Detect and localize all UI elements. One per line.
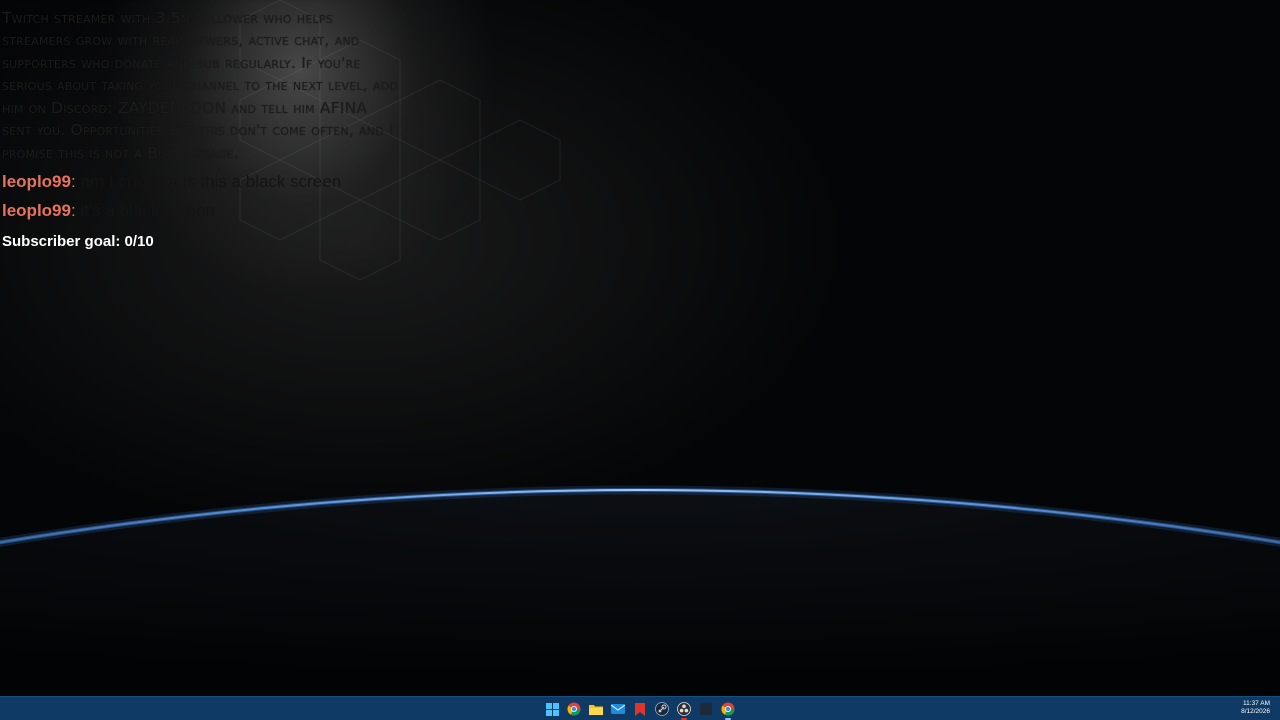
dark-app-icon[interactable] [698,701,714,717]
windows-start-icon[interactable] [544,701,560,717]
chat-message-text: it's a black screen [80,201,216,220]
red-app-icon[interactable] [632,701,648,717]
taskbar: 11:37 AM 8/12/2026 [0,696,1280,720]
desktop-wallpaper: Hello sorry i feel like hustle. I actual… [0,0,1280,696]
chrome-icon[interactable] [566,701,582,717]
system-clock[interactable]: 11:37 AM 8/12/2026 [1241,700,1270,716]
subscriber-goal: Subscriber goal: 0/10 [2,233,154,250]
chat-message: leoplo99: am I crazy or is this a black … [2,172,342,191]
file-explorer-icon[interactable] [588,701,604,717]
chat-message-text: am I crazy or is this a black screen [80,172,342,191]
clock-time: 11:37 AM [1243,700,1270,707]
steam-icon[interactable] [654,701,670,717]
obs-icon[interactable] [676,701,692,720]
clock-date: 8/12/2026 [1241,708,1270,715]
mail-icon[interactable] [610,701,626,717]
bot-chat-message: Hello sorry i feel like hustle. I actual… [2,0,399,162]
chat-message: leoplo99: it's a black screen [2,201,216,220]
chat-username[interactable]: leoplo99 [2,172,71,191]
chrome-active-icon[interactable] [720,701,736,720]
stream-chat-overlay: Hello sorry i feel like hustle. I actual… [2,0,402,257]
chat-username[interactable]: leoplo99 [2,201,71,220]
